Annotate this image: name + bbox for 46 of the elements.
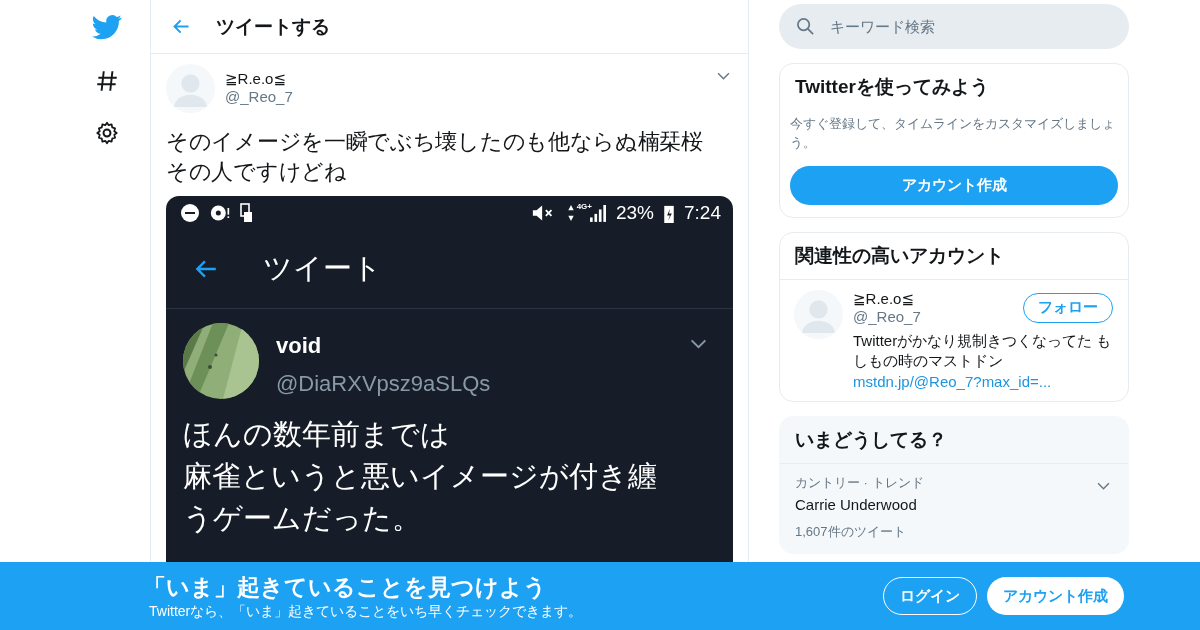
login-button[interactable]: ログイン: [883, 577, 977, 615]
chevron-down-icon: [690, 339, 707, 350]
card-text: 今すぐ登録して、タイムラインをカスタマイズしましょう。: [790, 115, 1116, 152]
search-icon: [796, 17, 815, 36]
user-name[interactable]: ≧R.e.o≦: [853, 290, 1023, 308]
chevron-down-icon[interactable]: [717, 72, 730, 81]
banner-text: Twitterなら、「いま」起きていることをいち早くチェックできます。: [149, 602, 584, 621]
minus-circle-icon: [180, 203, 200, 223]
hashtag-icon[interactable]: [94, 68, 120, 94]
profile-link[interactable]: mstdn.jp/@Reo_7?max_id=...: [853, 373, 1052, 390]
follow-button[interactable]: フォロー: [1023, 292, 1113, 323]
chevron-down-icon[interactable]: [1097, 482, 1110, 491]
tweet-count: 1,607件のツイート: [795, 523, 907, 541]
signup-button[interactable]: アカウント作成: [987, 577, 1124, 615]
trend-context: カントリー · トレンド: [795, 474, 925, 492]
trend-name: Carrie Underwood: [795, 496, 918, 513]
updown-arrows-icon: [566, 204, 575, 222]
user-name[interactable]: ≧R.e.o≦: [225, 70, 707, 88]
screen-title: ツイート: [263, 251, 382, 286]
bird-logo-icon[interactable]: [92, 12, 122, 42]
user-handle[interactable]: @_Reo_7: [853, 308, 1023, 325]
search-field[interactable]: キーワード検索: [779, 4, 1129, 49]
banner-title: 「いま」起きていることを見つけよう: [143, 572, 548, 602]
user-handle: @DiaRXVpsz9aSLQs: [276, 371, 492, 397]
data-saver-icon: [210, 203, 230, 223]
phone-icon: [240, 203, 254, 223]
user-name: void: [276, 333, 323, 359]
battery-icon: [664, 203, 674, 223]
card-title: Twitterを使ってみよう: [794, 75, 990, 99]
battery-percent: 23%: [616, 202, 654, 224]
tweet-text-line: 麻雀というと悪いイメージが付き纏: [183, 459, 658, 494]
tweet-text-line: そのイメージを一瞬でぶち壊したのも他ならぬ楠栞桜: [166, 129, 704, 156]
clock-time: 7:24: [684, 202, 721, 224]
page-title: ツイートする: [216, 14, 330, 39]
user-bio: Twitterがかなり規制きつくなってた もしもの時のマストドン: [853, 331, 1113, 371]
user-handle[interactable]: @_Reo_7: [225, 88, 707, 105]
card-title: 関連性の高いアカウント: [794, 245, 1004, 266]
tweet-text-line: うゲームだった。: [183, 501, 422, 536]
tweet-text-line: その人ですけどね: [166, 159, 348, 186]
tweet-text-line: ほんの数年前までは: [183, 417, 451, 452]
trend-item[interactable]: カントリー · トレンド Carrie Underwood 1,607件のツイート: [780, 464, 1128, 553]
settings-icon[interactable]: [94, 120, 120, 146]
signup-button[interactable]: アカウント作成: [790, 166, 1118, 205]
signal-icon: [590, 204, 606, 222]
network-label: 4G+: [576, 202, 592, 211]
card-title: いまどうしてる？: [794, 429, 947, 450]
